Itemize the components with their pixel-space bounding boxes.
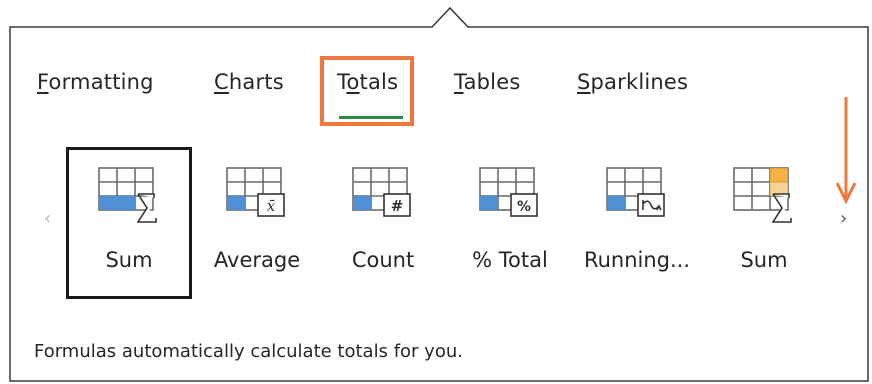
hint-text: Formulas automatically calculate totals …: [34, 341, 463, 362]
count-icon: #: [352, 167, 411, 217]
svg-text:%: %: [517, 199, 531, 215]
scroll-right-arrow-icon[interactable]: ›: [840, 208, 847, 229]
item-label: Sum: [105, 248, 153, 272]
item-label: Sum: [740, 248, 788, 272]
average-icon: x̄: [226, 167, 285, 217]
tab-formatting[interactable]: Formatting: [37, 70, 154, 94]
tab-sparklines[interactable]: Sparklines: [577, 70, 688, 94]
totals-item-running-total[interactable]: Running...: [574, 148, 700, 298]
item-label: Average: [213, 248, 301, 272]
running-total-icon: [606, 167, 665, 217]
active-tab-underline: [339, 116, 403, 119]
totals-item-percent-total[interactable]: % % Total: [447, 148, 573, 298]
item-label: Count: [351, 248, 415, 272]
svg-text:x̄: x̄: [267, 197, 276, 215]
annotation-down-arrow-icon: [835, 97, 857, 205]
tab-tables[interactable]: Tables: [454, 70, 520, 94]
totals-item-count[interactable]: # Count: [320, 148, 446, 298]
item-label: Running...: [583, 248, 691, 272]
scroll-left-arrow-icon[interactable]: ‹: [44, 208, 51, 229]
totals-item-sum-column[interactable]: Sum: [701, 148, 827, 298]
sum-column-icon: [733, 167, 792, 223]
svg-text:#: #: [391, 197, 404, 215]
sum-icon: [98, 167, 157, 223]
tab-charts[interactable]: Charts: [214, 70, 284, 94]
totals-item-sum[interactable]: Sum: [66, 147, 192, 299]
totals-item-average[interactable]: x̄ Average: [194, 148, 320, 298]
item-label: % Total: [472, 248, 548, 272]
percent-total-icon: %: [479, 167, 538, 217]
